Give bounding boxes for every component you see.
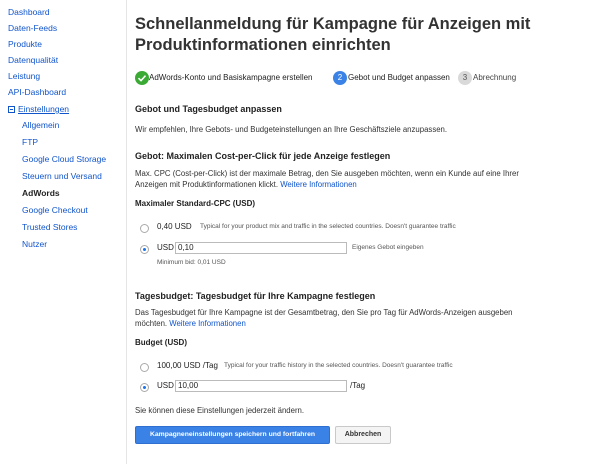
bid-currency-label: USD xyxy=(157,243,174,252)
bid-option1-note: Typical for your product mix and traffic… xyxy=(200,223,456,230)
sidebar-item-datenqualitaet[interactable]: Datenqualität xyxy=(8,55,58,66)
bid-option2-note: Eigenes Gebot eingeben xyxy=(352,244,424,251)
sidebar-item-dashboard[interactable]: Dashboard xyxy=(8,7,50,18)
step-label-1: AdWords-Konto und Basiskampagne erstelle… xyxy=(149,73,313,82)
budget-option-custom-radio[interactable] xyxy=(140,383,149,392)
change-note: Sie können diese Einstellungen jederzeit… xyxy=(135,406,305,415)
sidebar-item-google-cloud-storage[interactable]: Google Cloud Storage xyxy=(22,154,106,165)
bid-option-suggested-radio[interactable] xyxy=(140,224,149,233)
sidebar-item-einstellungen[interactable]: Einstellungen xyxy=(8,104,69,115)
sidebar-item-ftp[interactable]: FTP xyxy=(22,137,38,148)
budget-more-info-link[interactable]: Weitere Informationen xyxy=(169,319,246,328)
sidebar-item-google-checkout[interactable]: Google Checkout xyxy=(22,205,88,216)
sidebar-nav: Dashboard Daten-Feeds Produkte Datenqual… xyxy=(0,0,127,464)
budget-per-day-suffix: /Tag xyxy=(350,381,366,390)
budget-field-label: Budget (USD) xyxy=(135,338,187,347)
bid-option1-value: 0,40 USD xyxy=(157,222,192,231)
bid-amount-input[interactable]: 0,10 xyxy=(175,242,347,254)
sidebar-item-label: Einstellungen xyxy=(18,104,70,114)
sidebar-item-daten-feeds[interactable]: Daten-Feeds xyxy=(8,23,57,34)
sidebar-item-nutzer[interactable]: Nutzer xyxy=(22,239,47,250)
step-number-2: 2 xyxy=(333,71,347,85)
budget-option1-note: Typical for your traffic history in the … xyxy=(224,362,453,369)
collapse-icon[interactable] xyxy=(8,106,15,113)
cancel-button[interactable]: Abbrechen xyxy=(335,426,391,444)
sidebar-item-adwords[interactable]: AdWords xyxy=(22,188,60,199)
bid-more-info-link[interactable]: Weitere Informationen xyxy=(280,180,357,189)
sidebar-item-produkte[interactable]: Produkte xyxy=(8,39,42,50)
budget-option1-value: 100,00 USD /Tag xyxy=(157,361,218,370)
sidebar-item-api-dashboard[interactable]: API-Dashboard xyxy=(8,87,66,98)
sidebar-item-steuern-und-versand[interactable]: Steuern und Versand xyxy=(22,171,102,182)
bid-option-custom-radio[interactable] xyxy=(140,245,149,254)
budget-amount-input[interactable]: 10,00 xyxy=(175,380,347,392)
save-and-continue-button[interactable]: Kampagneneinstellungen speichern und for… xyxy=(135,426,330,444)
step-label-2: Gebot und Budget anpassen xyxy=(348,73,450,82)
budget-description: Das Tagesbudget für Ihre Kampagne ist de… xyxy=(135,307,535,329)
page-title: Schnellanmeldung für Kampagne für Anzeig… xyxy=(135,15,531,54)
bid-description: Max. CPC (Cost-per-Click) ist der maxima… xyxy=(135,168,535,190)
budget-heading: Tagesbudget: Tagesbudget für Ihre Kampag… xyxy=(135,291,376,301)
sidebar-item-leistung[interactable]: Leistung xyxy=(8,71,40,82)
budget-option-suggested-radio[interactable] xyxy=(140,363,149,372)
budget-currency-label: USD xyxy=(157,381,174,390)
checkmark-icon xyxy=(135,71,149,85)
step-number-3: 3 xyxy=(458,71,472,85)
bid-field-label: Maximaler Standard-CPC (USD) xyxy=(135,199,256,208)
section-heading: Gebot und Tagesbudget anpassen xyxy=(135,104,282,114)
section-intro: Wir empfehlen, Ihre Gebots- und Budgetei… xyxy=(135,125,448,134)
step-label-3: Abrechnung xyxy=(473,73,517,82)
bid-heading: Gebot: Maximalen Cost-per-Click für jede… xyxy=(135,151,391,161)
sidebar-item-trusted-stores[interactable]: Trusted Stores xyxy=(22,222,77,233)
sidebar-item-allgemein[interactable]: Allgemein xyxy=(22,120,59,131)
min-bid-note: Minimum bid: 0,01 USD xyxy=(157,259,226,266)
